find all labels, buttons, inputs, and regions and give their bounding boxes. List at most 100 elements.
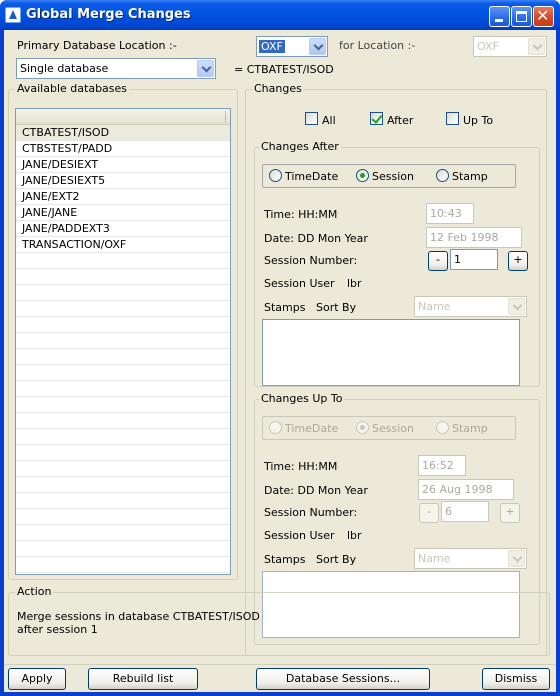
after-radio-timedate[interactable] <box>269 169 282 182</box>
list-item[interactable]: JANE/EXT2 <box>16 189 230 205</box>
all-label: All <box>322 114 336 127</box>
after-date-field[interactable]: 12 Feb 1998 <box>426 227 522 248</box>
after-session-user-value: lbr <box>347 277 362 290</box>
chevron-down-icon <box>528 38 545 55</box>
list-item[interactable]: JANE/JANE <box>16 205 230 221</box>
empty-list-row <box>16 493 230 509</box>
window-frame: Global Merge Changes ✕ Primary Database … <box>0 0 560 696</box>
list-header[interactable] <box>16 109 230 125</box>
for-location-select[interactable]: OXF <box>473 36 547 57</box>
after-radio-stamp[interactable] <box>436 169 449 182</box>
database-rows: CTBATEST/ISOD CTBSTEST/PADD JANE/DESIEXT JA… <box>16 125 230 573</box>
dismiss-button[interactable]: Dismiss <box>482 668 550 690</box>
database-mode-select[interactable]: Single database <box>16 58 216 79</box>
available-databases-title: Available databases <box>15 82 130 95</box>
upto-radio-session[interactable] <box>356 421 369 434</box>
chevron-down-icon <box>309 38 326 55</box>
database-mode-value: Single database <box>20 62 109 75</box>
list-item[interactable]: CTBSTEST/PADD <box>16 141 230 157</box>
after-label: After <box>387 114 414 127</box>
upto-time-field[interactable]: 16:52 <box>418 455 466 476</box>
upto-radio-stamp[interactable] <box>436 421 449 434</box>
minus-icon: - <box>436 253 440 266</box>
minimize-button[interactable] <box>489 6 510 27</box>
after-sort-by-label: Sort By <box>316 301 357 314</box>
empty-list-row <box>16 285 230 301</box>
after-stamps-list[interactable] <box>262 319 520 386</box>
upto-checkbox[interactable] <box>446 112 459 125</box>
after-sort-value: Name <box>418 300 451 313</box>
divider <box>4 664 556 665</box>
after-session-label: Session Number: <box>264 254 358 267</box>
upto-radio-timedate[interactable] <box>269 421 282 434</box>
after-session-increment[interactable]: + <box>508 251 528 271</box>
upto-session-user-value: lbr <box>347 529 362 542</box>
apply-button-label: Apply <box>21 672 53 685</box>
empty-list-row <box>16 461 230 477</box>
apply-button[interactable]: Apply <box>8 668 66 690</box>
primary-location-value: OXF <box>259 40 285 53</box>
empty-list-row <box>16 349 230 365</box>
upto-time-label: Time: HH:MM <box>264 460 338 473</box>
after-time-value: 10:43 <box>430 207 462 220</box>
empty-list-row <box>16 541 230 557</box>
plus-icon: + <box>505 505 515 518</box>
after-session-field[interactable]: 1 <box>450 249 498 270</box>
empty-list-row <box>16 365 230 381</box>
upto-session-field[interactable]: 6 <box>441 501 489 522</box>
chevron-down-icon <box>508 298 525 315</box>
upto-date-label: Date: DD Mon Year <box>264 484 368 497</box>
minus-icon: - <box>427 505 431 518</box>
after-time-field[interactable]: 10:43 <box>426 203 474 224</box>
upto-date-field[interactable]: 26 Aug 1998 <box>418 479 514 500</box>
after-checkbox[interactable] <box>370 112 383 125</box>
upto-stamps-label: Stamps <box>264 553 306 566</box>
available-databases-group: Available databases CTBATEST/ISOD CTBSTES… <box>8 82 238 580</box>
list-item[interactable]: CTBATEST/ISOD <box>16 125 230 141</box>
close-button[interactable]: ✕ <box>533 6 554 27</box>
upto-label: Up To <box>463 114 494 127</box>
list-item[interactable]: JANE/PADDEXT3 <box>16 221 230 237</box>
after-session-user-label: Session User <box>264 277 335 290</box>
empty-list-row <box>16 477 230 493</box>
after-radio-stamp-label: Stamp <box>452 170 488 183</box>
action-line-1: Merge sessions in database CTBATEST/ISOD <box>17 610 260 623</box>
after-radio-session[interactable] <box>356 169 369 182</box>
empty-list-row <box>16 525 230 541</box>
after-radio-timedate-label: TimeDate <box>285 170 339 183</box>
empty-list-row <box>16 333 230 349</box>
dialog-body: Primary Database Location :- OXF for Loc… <box>4 30 556 692</box>
upto-sort-value: Name <box>418 552 451 565</box>
upto-session-increment[interactable]: + <box>500 503 520 523</box>
upto-session-decrement[interactable]: - <box>419 503 439 523</box>
minimize-icon <box>495 19 503 22</box>
all-checkbox[interactable] <box>305 112 318 125</box>
list-item[interactable]: JANE/DESIEXT <box>16 157 230 173</box>
database-sessions-button[interactable]: Database Sessions... <box>256 668 430 690</box>
after-sort-select[interactable]: Name <box>414 296 527 317</box>
action-group: Action Merge sessions in database CTBATE… <box>8 585 550 656</box>
available-databases-list[interactable]: CTBATEST/ISOD CTBSTEST/PADD JANE/DESIEXT JA… <box>15 108 231 575</box>
list-item[interactable]: TRANSACTION/OXF <box>16 237 230 253</box>
maximize-button[interactable] <box>511 6 532 27</box>
title-bar[interactable]: Global Merge Changes ✕ <box>0 0 560 30</box>
primary-location-select[interactable]: OXF <box>256 36 328 57</box>
empty-list-row <box>16 269 230 285</box>
rebuild-list-button[interactable]: Rebuild list <box>88 668 198 690</box>
after-session-decrement[interactable]: - <box>428 251 448 271</box>
chevron-down-icon <box>197 60 214 77</box>
changes-after-group: Changes After TimeDate Session Stamp Tim… <box>254 140 540 387</box>
upto-radio-timedate-label: TimeDate <box>285 422 339 435</box>
empty-list-row <box>16 317 230 333</box>
empty-list-row <box>16 253 230 269</box>
upto-date-value: 26 Aug 1998 <box>422 483 493 496</box>
upto-time-value: 16:52 <box>422 459 454 472</box>
upto-session-label: Session Number: <box>264 506 358 519</box>
dismiss-button-label: Dismiss <box>494 672 538 685</box>
upto-sort-select[interactable]: Name <box>414 548 527 569</box>
empty-list-row <box>16 381 230 397</box>
changes-group: Changes All After Up To Changes After Ti… <box>245 82 547 656</box>
upto-session-value: 6 <box>445 505 452 518</box>
list-item[interactable]: JANE/DESIEXT5 <box>16 173 230 189</box>
window-title: Global Merge Changes <box>26 7 191 22</box>
